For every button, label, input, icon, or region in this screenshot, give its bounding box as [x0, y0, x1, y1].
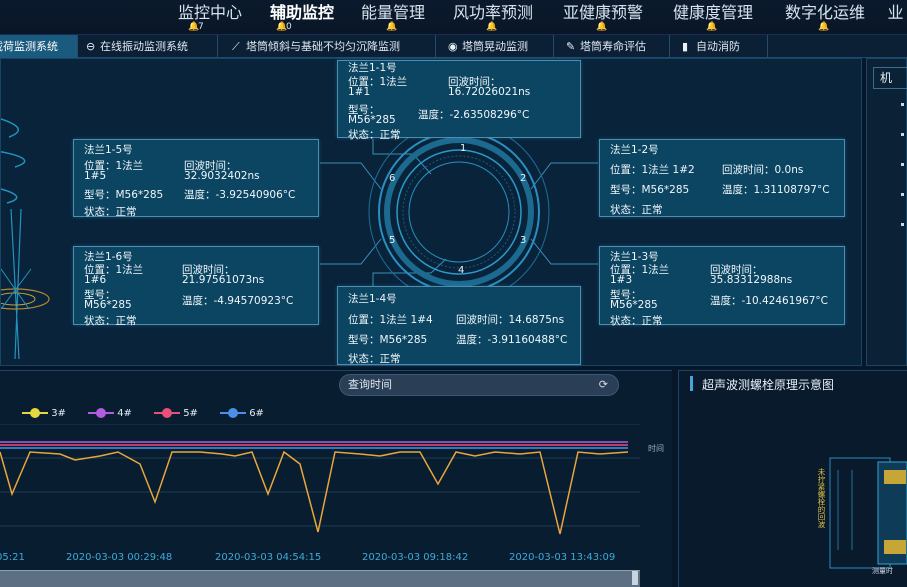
pen-icon: ✎: [566, 40, 576, 53]
x-tick-1: 2020-03-03 00:29:48: [66, 552, 173, 563]
ring-label-2: 2: [520, 173, 526, 184]
flange-monitor-panel: 1 2 3 4 5 6 法兰1-1号 位置：1法兰 1#1 回波时间： 16.7…: [0, 58, 862, 366]
x-tick-3: 2020-03-03 09:18:42: [362, 552, 469, 563]
ring-label-4: 4: [458, 265, 464, 276]
bell-icon: 🔔: [818, 22, 830, 32]
side-marker: [901, 133, 904, 136]
axis-end-label: 时间: [648, 443, 664, 453]
ultrasonic-bottom-label: 测量时: [872, 567, 893, 575]
nav-item-business[interactable]: 业: [884, 3, 907, 33]
scroll-handle[interactable]: [632, 571, 638, 585]
tab-load-monitor[interactable]: 载荷监测系统: [0, 35, 78, 58]
top-navigation: 监控中心 🔔 7 辅助监控 🔔 0 能量管理 🔔 风功率预测 🔔 亚健康预警 🔔…: [0, 0, 907, 34]
series-3-line: [0, 450, 629, 535]
flange-card-2[interactable]: 法兰1-2号 位置：1法兰 1#2 回波时间：0.0ns 型号：M56*285 …: [599, 139, 845, 217]
ultrasonic-title: 超声波测螺栓原理示意图: [702, 378, 835, 392]
side-marker: [901, 193, 904, 196]
side-marker: [901, 103, 904, 106]
bell-icon: 🔔: [386, 22, 398, 32]
chart-scroll-bar[interactable]: [0, 570, 640, 587]
tab-sway-monitor[interactable]: ◉ 塔筒晃动监测: [442, 35, 554, 58]
right-panel-title: 机: [873, 67, 907, 89]
nav-item-health[interactable]: 健康度管理 🔔: [662, 3, 764, 33]
ultrasonic-diagram: [829, 457, 907, 569]
bell-icon: 🔔: [706, 22, 718, 32]
legend-3[interactable]: 3#: [22, 408, 66, 419]
ring-label-5: 5: [389, 235, 395, 246]
sway-icon: ◉: [448, 40, 458, 53]
tab-vibration-monitor[interactable]: ⊖ 在线振动监测系统: [80, 35, 218, 58]
ring-label-3: 3: [520, 235, 526, 246]
echo-line-chart: 时间: [0, 424, 664, 535]
query-time-input[interactable]: 查询时间 ⟳: [339, 374, 619, 396]
nav-item-monitor-center[interactable]: 监控中心 🔔 7: [170, 3, 250, 33]
search-icon[interactable]: ⟳: [599, 375, 608, 395]
x-tick-4: 2020-03-03 13:43:09: [509, 552, 616, 563]
sub-tabs: 载荷监测系统 ⊖在线振动监测系统 ⟋塔筒倾斜与基础不均匀沉降监测 ◉塔筒晃动监测…: [0, 34, 907, 58]
flange-card-6[interactable]: 法兰1-6号 位置：1法兰 1#6 回波时间： 21.97561073ns 型号…: [73, 246, 319, 327]
flange-card-5[interactable]: 法兰1-5号 位置：1法兰 1#5 回波时间： 32.9032402ns 型号：…: [73, 139, 319, 218]
nav-item-energy[interactable]: 能量管理 🔔: [352, 3, 434, 33]
x-tick-2: 2020-03-03 04:54:15: [215, 552, 322, 563]
side-marker: [901, 223, 904, 226]
tab-tilt-settlement[interactable]: ⟋ 塔筒倾斜与基础不均匀沉降监测: [226, 35, 436, 58]
tab-life-assessment[interactable]: ✎ 塔筒寿命评估: [560, 35, 670, 58]
x-tick-0: 05:21: [0, 552, 25, 563]
flange-card-3[interactable]: 法兰1-3号 位置：1法兰 1#3 回波时间： 35.83312988ns 型号…: [599, 246, 845, 327]
extinguisher-icon: ▮: [682, 40, 689, 53]
legend-4[interactable]: 4#: [88, 408, 132, 419]
flange-card-1[interactable]: 法兰1-1号 位置：1法兰 1#1 回波时间： 16.72026021ns 型号…: [337, 60, 581, 141]
bell-icon: 🔔: [596, 22, 608, 32]
tilt-icon: ⟋: [232, 40, 240, 53]
ultrasonic-side-label: 未拧紧螺栓的回波: [817, 468, 826, 528]
nav-item-aux-monitor[interactable]: 辅助监控 🔔 0: [260, 3, 344, 33]
nav-item-wind-forecast[interactable]: 风功率预测 🔔: [442, 3, 544, 33]
tab-fire-protection[interactable]: ▮ 自动消防: [676, 35, 768, 58]
tower-graphic: [1, 118, 50, 360]
bell-icon: 🔔: [486, 22, 498, 32]
side-marker: [901, 163, 904, 166]
legend-6[interactable]: 6#: [220, 408, 264, 419]
ring-label-1: 1: [460, 143, 466, 154]
gauge-icon: ⊖: [86, 40, 96, 53]
nav-item-subhealth[interactable]: 亚健康预警 🔔: [552, 3, 654, 33]
right-side-panel: 机: [866, 58, 907, 366]
flange-card-4[interactable]: 法兰1-4号 位置：1法兰 1#4 回波时间：14.6875ns 型号：M56*…: [337, 286, 581, 365]
legend-5[interactable]: 5#: [154, 408, 198, 419]
ring-label-6: 6: [389, 173, 395, 184]
nav-item-digital-ops[interactable]: 数字化运维 🔔: [774, 3, 876, 33]
